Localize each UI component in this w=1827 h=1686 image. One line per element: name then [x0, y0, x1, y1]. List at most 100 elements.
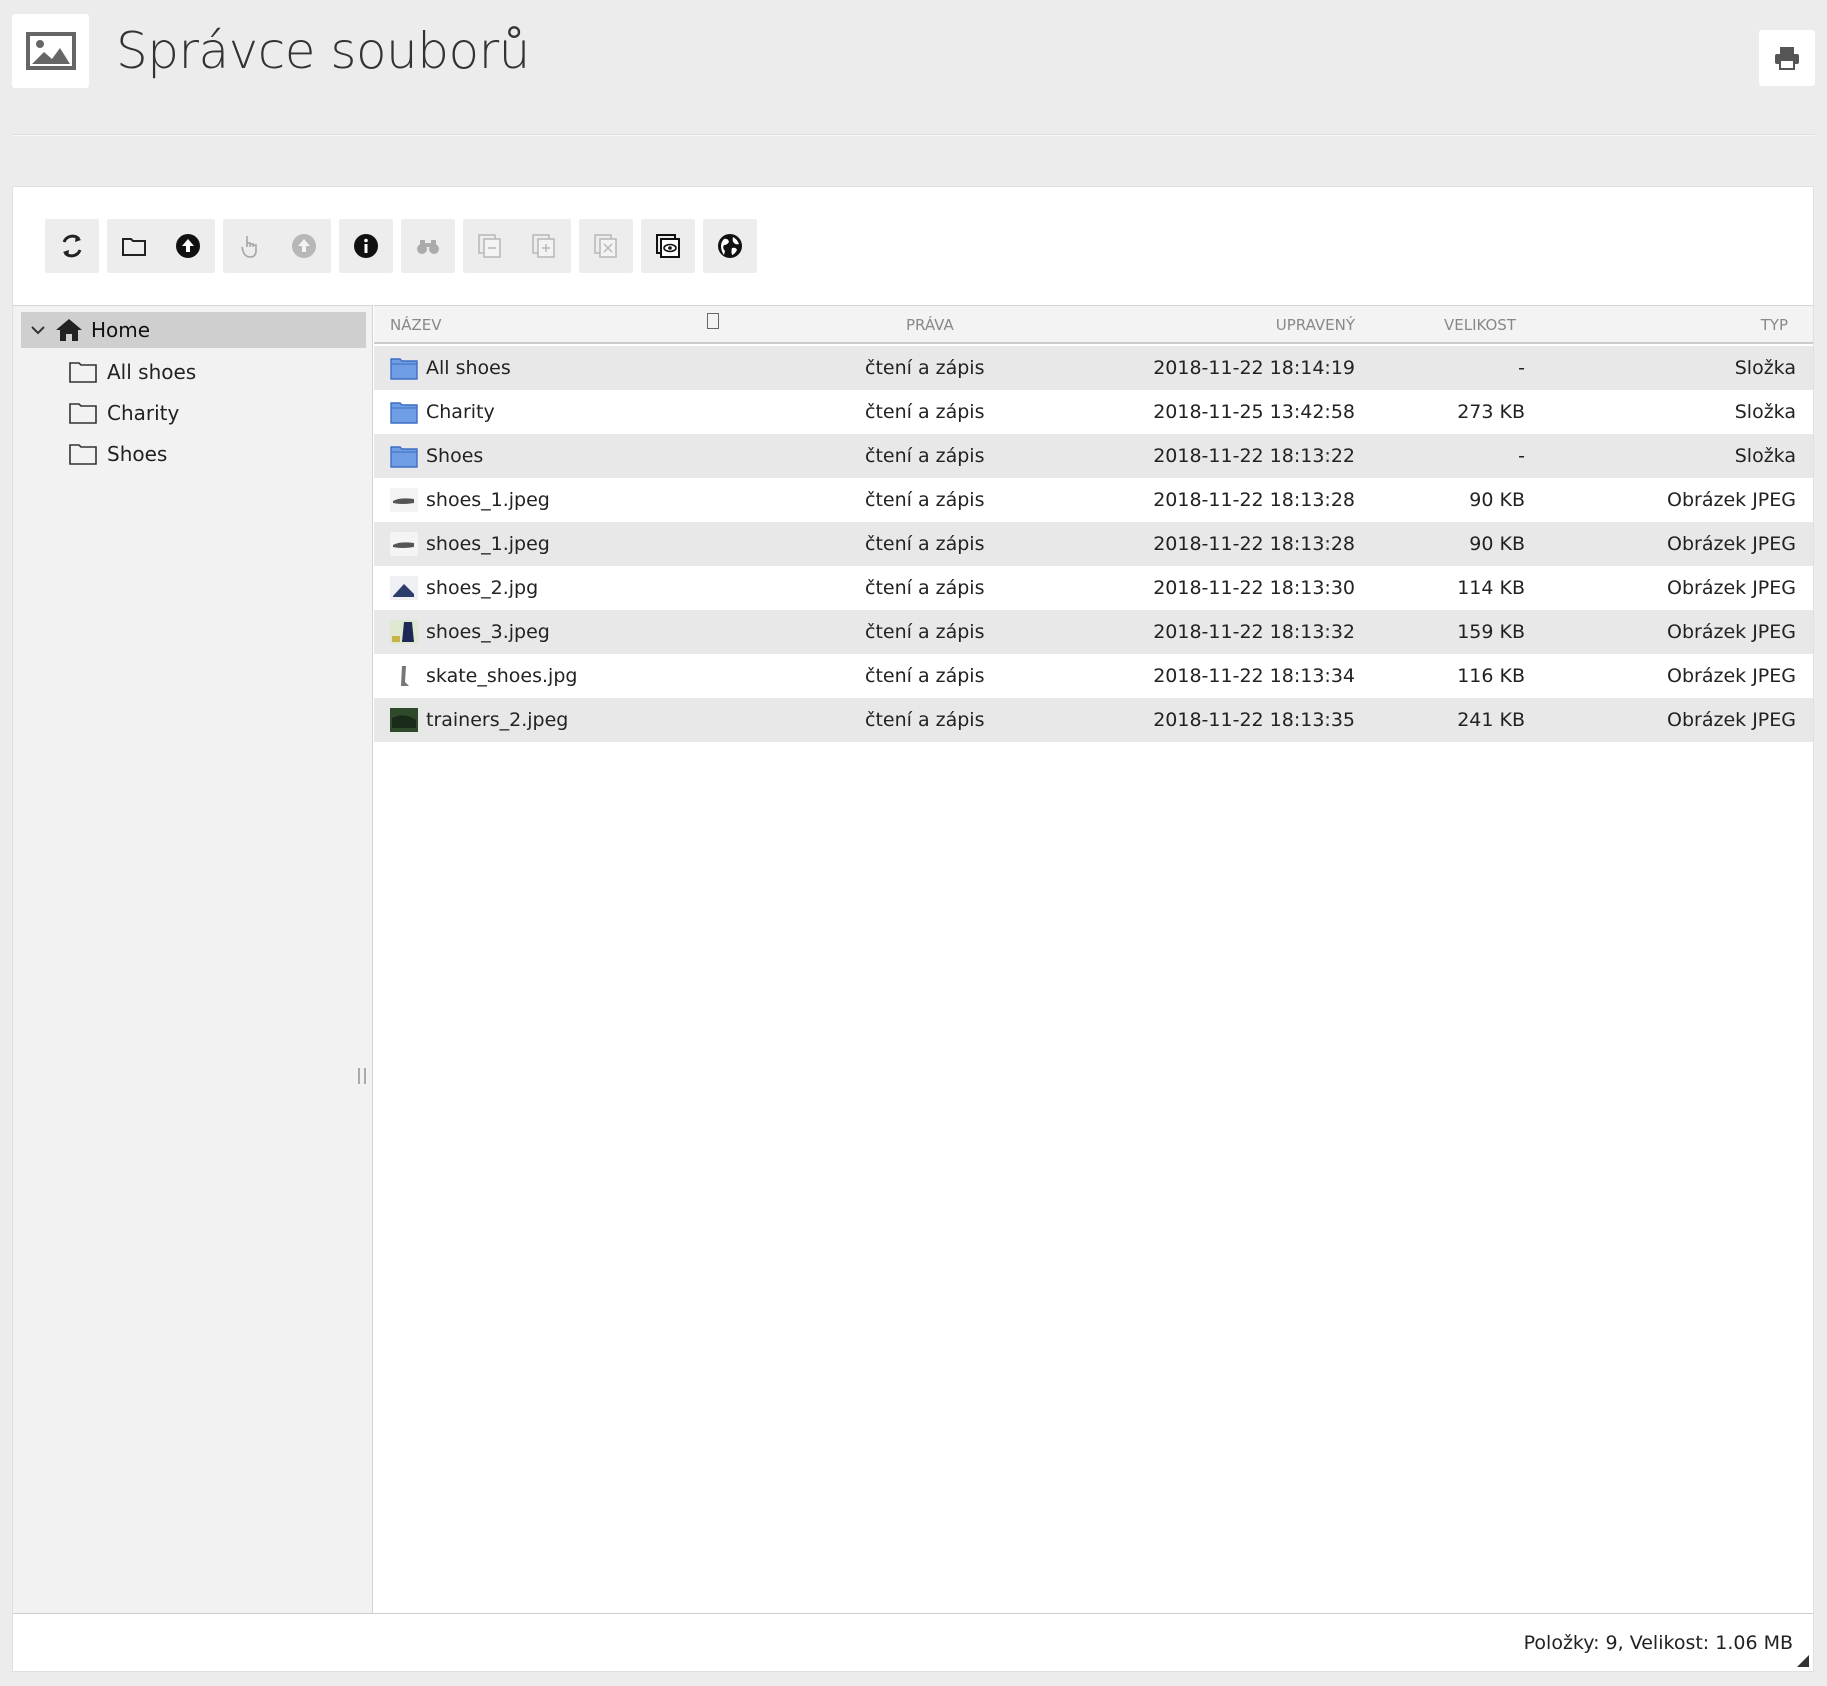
- chevron-down-icon[interactable]: [29, 321, 47, 339]
- file-size: -: [1518, 357, 1525, 379]
- upload-button[interactable]: [161, 219, 215, 273]
- file-size: -: [1518, 445, 1525, 467]
- column-size[interactable]: Velikost: [1444, 316, 1516, 334]
- file-type: Obrázek JPEG: [1667, 621, 1796, 643]
- file-manager: Home All shoes Charity Shoes Název Práva…: [12, 186, 1814, 1672]
- file-type: Složka: [1734, 357, 1796, 379]
- print-icon: [1775, 47, 1799, 70]
- file-permissions: čtení a zápis: [865, 445, 985, 467]
- folder-icon: [69, 362, 97, 383]
- table-row[interactable]: Shoes čtení a zápis 2018-11-22 18:13:22 - Sl…: [374, 434, 1813, 478]
- upload-circle-icon: [292, 234, 316, 258]
- print-button[interactable]: [1759, 30, 1815, 86]
- preview-button[interactable]: [641, 219, 695, 273]
- column-type[interactable]: Typ: [1761, 316, 1788, 334]
- delete-button[interactable]: [579, 219, 633, 273]
- table-row[interactable]: shoes_3.jpeg čtení a zápis 2018-11-22 18:1…: [374, 610, 1813, 654]
- table-row[interactable]: shoes_2.jpg čtení a zápis 2018-11-22 18:13…: [374, 566, 1813, 610]
- preview-icon: [656, 234, 680, 258]
- file-type: Obrázek JPEG: [1667, 665, 1796, 687]
- status-bar: Položky: 9, Velikost: 1.06 MB: [13, 1613, 1813, 1671]
- toolbar-group-create: [107, 219, 215, 273]
- table-row[interactable]: skate_shoes.jpg čtení a zápis 2018-11-22 1…: [374, 654, 1813, 698]
- copy-button[interactable]: [463, 219, 517, 273]
- image-thumbnail-icon: [390, 664, 418, 688]
- web-button[interactable]: [703, 219, 757, 273]
- file-name: shoes_1.jpeg: [426, 489, 550, 511]
- column-modified[interactable]: Upravený: [1276, 316, 1355, 334]
- table-row[interactable]: shoes_1.jpeg čtení a zápis 2018-11-22 18:1…: [374, 522, 1813, 566]
- globe-icon: [718, 234, 742, 258]
- file-name: shoes_1.jpeg: [426, 533, 550, 555]
- tree-item-label: Shoes: [107, 442, 168, 466]
- file-type: Složka: [1734, 401, 1796, 423]
- file-name: shoes_3.jpeg: [426, 621, 550, 643]
- info-button[interactable]: [339, 219, 393, 273]
- column-permissions[interactable]: Práva: [906, 316, 954, 334]
- tree-resize-handle[interactable]: [358, 1068, 366, 1084]
- upload-icon: [176, 234, 200, 258]
- folder-icon: [390, 446, 418, 468]
- file-name: trainers_2.jpeg: [426, 709, 569, 731]
- tree-item-label: All shoes: [107, 360, 197, 384]
- table-row[interactable]: shoes_1.jpeg čtení a zápis 2018-11-22 18:1…: [374, 478, 1813, 522]
- column-name[interactable]: Název: [390, 316, 442, 334]
- folder-tree: Home All shoes Charity Shoes: [13, 305, 373, 1613]
- image-icon: [12, 14, 89, 88]
- image-thumbnail-icon: [390, 620, 418, 644]
- status-text: Položky: 9, Velikost: 1.06 MB: [1523, 1632, 1793, 1654]
- binoculars-icon: [417, 240, 439, 254]
- table-row[interactable]: Charity čtení a zápis 2018-11-25 13:42:58 2…: [374, 390, 1813, 434]
- folder-icon: [122, 238, 146, 256]
- toolbar-group-web: [703, 219, 757, 273]
- tree-item-home[interactable]: Home: [21, 312, 366, 348]
- file-modified: 2018-11-22 18:13:30: [1153, 577, 1355, 599]
- folder-icon: [69, 444, 97, 465]
- file-modified: 2018-11-22 18:13:28: [1153, 489, 1355, 511]
- tree-item-charity[interactable]: Charity: [69, 395, 179, 431]
- toolbar-group-clipboard: [463, 219, 571, 273]
- tree-item-label: Home: [91, 318, 151, 342]
- paste-button[interactable]: [517, 219, 571, 273]
- file-type: Obrázek JPEG: [1667, 709, 1796, 731]
- file-modified: 2018-11-22 18:13:28: [1153, 533, 1355, 555]
- info-icon: [354, 234, 378, 258]
- file-modified: 2018-11-25 13:42:58: [1153, 401, 1355, 423]
- download-button[interactable]: [277, 219, 331, 273]
- file-name: skate_shoes.jpg: [426, 665, 578, 687]
- image-thumbnail-icon: [390, 532, 418, 556]
- file-modified: 2018-11-22 18:14:19: [1153, 357, 1355, 379]
- file-type: Obrázek JPEG: [1667, 533, 1796, 555]
- file-modified: 2018-11-22 18:13:34: [1153, 665, 1355, 687]
- resize-corner-handle[interactable]: [1797, 1655, 1809, 1667]
- file-type: Obrázek JPEG: [1667, 577, 1796, 599]
- new-folder-button[interactable]: [107, 219, 161, 273]
- image-thumbnail-icon: [390, 576, 418, 600]
- refresh-icon: [62, 234, 82, 258]
- list-header: Název Práva Upravený Velikost Typ: [374, 306, 1813, 344]
- tree-item-all-shoes[interactable]: All shoes: [69, 354, 196, 390]
- file-size: 273 KB: [1457, 401, 1525, 423]
- table-row[interactable]: trainers_2.jpeg čtení a zápis 2018-11-22 1…: [374, 698, 1813, 742]
- table-row[interactable]: All shoes čtení a zápis 2018-11-22 18:14:1…: [374, 346, 1813, 390]
- page-header: Správce souborů: [12, 14, 1815, 88]
- delete-icon: [594, 234, 617, 258]
- tree-item-shoes[interactable]: Shoes: [69, 436, 167, 472]
- file-name: All shoes: [426, 357, 511, 379]
- hand-pointer-icon: [241, 236, 257, 258]
- file-modified: 2018-11-22 18:13:22: [1153, 445, 1355, 467]
- image-thumbnail-icon: [390, 708, 418, 732]
- toolbar-group-open: [223, 219, 331, 273]
- open-button[interactable]: [223, 219, 277, 273]
- header-divider: [12, 134, 1815, 136]
- file-size: 159 KB: [1457, 621, 1525, 643]
- file-size: 241 KB: [1457, 709, 1525, 731]
- refresh-button[interactable]: [45, 219, 99, 273]
- select-all-checkbox[interactable]: [707, 313, 719, 329]
- file-size: 116 KB: [1457, 665, 1525, 687]
- file-permissions: čtení a zápis: [865, 577, 985, 599]
- file-type: Obrázek JPEG: [1667, 489, 1796, 511]
- search-button[interactable]: [401, 219, 455, 273]
- tree-item-label: Charity: [107, 401, 180, 425]
- image-thumbnail-icon: [390, 488, 418, 512]
